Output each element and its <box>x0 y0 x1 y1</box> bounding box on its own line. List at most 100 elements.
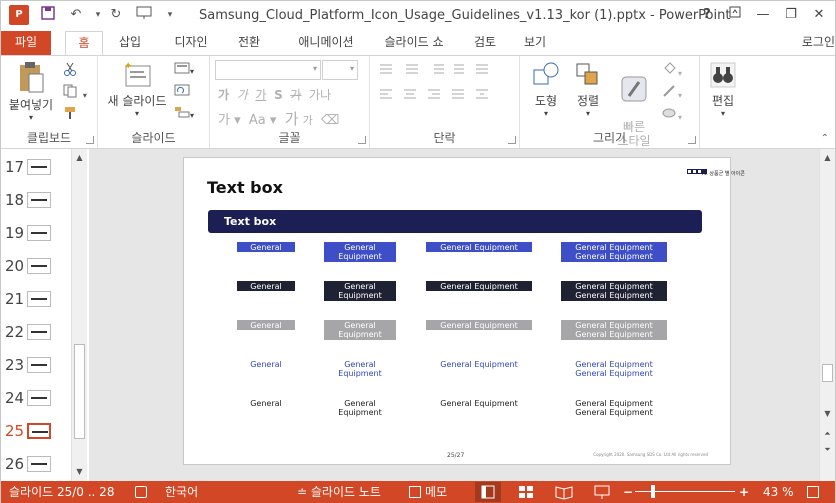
tab-file[interactable]: 파일 <box>1 31 51 55</box>
text-box-blue-fill-1[interactable]: General <box>237 242 295 252</box>
text-box-dark-fill-2[interactable]: General Equipment <box>324 281 396 301</box>
grow-font-button[interactable]: 가 <box>285 110 299 128</box>
redo-icon[interactable]: ↻ <box>107 6 125 24</box>
text-box-blue-fill-4[interactable]: General Equipment General Equipment <box>561 242 667 262</box>
text-box-black-text-1[interactable]: General <box>237 398 295 408</box>
undo-dropdown-icon[interactable]: ▾ <box>89 6 107 24</box>
copy-button[interactable]: ▾ <box>63 84 87 102</box>
slide-title[interactable]: Text box <box>207 178 283 197</box>
close-icon[interactable]: ✕ <box>807 5 831 25</box>
paste-button[interactable]: 붙여넣기 ▾ <box>5 60 57 122</box>
format-painter-button[interactable] <box>63 106 77 124</box>
previous-slide-icon[interactable]: ⏶ <box>820 427 835 441</box>
text-box-black-text-2[interactable]: General Equipment <box>324 398 396 418</box>
shapes-button[interactable]: 도형 ▾ <box>526 60 566 118</box>
help-button[interactable]: ? <box>695 5 719 25</box>
language-indicator[interactable]: 한국어 <box>165 483 198 501</box>
text-box-dark-fill-4[interactable]: General Equipment General Equipment <box>561 281 667 301</box>
slide-banner[interactable]: Text box <box>208 210 702 233</box>
collapse-ribbon-icon[interactable]: ⌃ <box>821 133 829 144</box>
notes-button[interactable]: ≐ 슬라이드 노트 <box>297 483 381 501</box>
text-box-blue-text-1[interactable]: General <box>237 359 295 369</box>
zoom-out-button[interactable]: − <box>623 483 633 501</box>
paragraph-controls-icon[interactable] <box>376 62 516 122</box>
text-box-dark-fill-3[interactable]: General Equipment <box>426 281 532 291</box>
text-box-black-text-4[interactable]: General Equipment General Equipment <box>561 398 667 418</box>
text-box-gray-fill-1[interactable]: General <box>237 320 295 330</box>
tab-animations[interactable]: 애니메이션 <box>283 31 369 55</box>
next-slide-icon[interactable]: ⏷ <box>820 443 835 457</box>
thumbnail-24[interactable]: 24 <box>1 384 71 417</box>
scrollbar-thumb[interactable] <box>74 344 85 439</box>
text-box-blue-fill-3[interactable]: General Equipment <box>426 242 532 252</box>
clear-format-icon[interactable]: ⌫ <box>321 113 339 128</box>
italic-button[interactable]: 가 <box>237 88 248 102</box>
text-box-blue-text-4[interactable]: General Equipment General Equipment <box>561 359 667 379</box>
thumbnail-26[interactable]: 26 <box>1 450 71 483</box>
spell-check-icon[interactable] <box>135 483 151 501</box>
text-box-gray-fill-3[interactable]: General Equipment <box>426 320 532 330</box>
slideshow-view-button[interactable] <box>589 482 615 502</box>
normal-view-button[interactable] <box>475 482 501 502</box>
thumbnail-19[interactable]: 19 <box>1 219 71 252</box>
shape-outline-button[interactable]: ▾ <box>662 84 682 102</box>
reset-button[interactable] <box>174 84 190 102</box>
powerpoint-app-icon[interactable]: P <box>9 5 29 25</box>
minimize-icon[interactable]: — <box>751 5 775 25</box>
zoom-in-button[interactable]: + <box>739 483 749 501</box>
paragraph-launcher-icon[interactable] <box>508 136 516 144</box>
fit-to-window-icon[interactable] <box>807 483 823 501</box>
present-from-start-icon[interactable] <box>135 6 153 24</box>
save-icon[interactable] <box>39 6 57 24</box>
zoom-level[interactable]: 43 % <box>763 483 794 501</box>
text-box-gray-fill-4[interactable]: General Equipment General Equipment <box>561 320 667 340</box>
reading-view-button[interactable] <box>551 482 577 502</box>
ribbon-display-options-icon[interactable] <box>723 5 747 25</box>
scroll-down-icon[interactable]: ▼ <box>820 407 835 421</box>
scroll-down-icon[interactable]: ▼ <box>72 465 87 479</box>
slide-sorter-view-button[interactable] <box>513 482 539 502</box>
sign-in-link[interactable]: 로그인 <box>802 31 835 55</box>
thumbnail-20[interactable]: 20 <box>1 252 71 285</box>
drawing-launcher-icon[interactable] <box>688 136 696 144</box>
zoom-slider-handle[interactable] <box>651 485 655 498</box>
tab-slideshow[interactable]: 슬라이드 쇼 <box>373 31 455 55</box>
thumbnail-scrollbar[interactable]: ▲ ▼ <box>71 149 87 481</box>
font-size-combo[interactable]: ▾ <box>322 60 358 80</box>
undo-icon[interactable]: ↶ <box>67 6 85 24</box>
slide-editing-area[interactable]: IV. 상품군 별 아이콘 Text box Text box General G… <box>89 149 819 481</box>
change-case-button[interactable]: Aa <box>249 113 266 128</box>
clipboard-launcher-icon[interactable] <box>86 136 94 144</box>
text-box-blue-text-2[interactable]: General Equipment <box>324 359 396 379</box>
font-color-button[interactable]: 가 <box>218 113 230 128</box>
customize-qa-icon[interactable]: ▾ <box>161 6 179 24</box>
font-launcher-icon[interactable] <box>358 136 366 144</box>
text-box-gray-fill-2[interactable]: General Equipment <box>324 320 396 340</box>
tab-view[interactable]: 보기 <box>513 31 557 55</box>
shrink-font-button[interactable]: 가 <box>303 114 313 127</box>
text-box-black-text-3[interactable]: General Equipment <box>426 398 532 408</box>
editing-button[interactable]: 편집 ▾ <box>704 60 742 118</box>
thumbnail-22[interactable]: 22 <box>1 318 71 351</box>
char-spacing-button[interactable]: 가나 <box>309 88 331 102</box>
tab-home[interactable]: 홈 <box>65 31 103 56</box>
scroll-up-icon[interactable]: ▲ <box>820 151 835 165</box>
restore-icon[interactable]: ❐ <box>779 5 803 25</box>
tab-transitions[interactable]: 전환 <box>227 31 271 55</box>
scroll-up-icon[interactable]: ▲ <box>72 151 87 165</box>
thumbnail-17[interactable]: 17 <box>1 153 71 186</box>
thumbnail-21[interactable]: 21 <box>1 285 71 318</box>
tab-design[interactable]: 디자인 <box>163 31 219 55</box>
thumbnail-25[interactable]: 25 <box>1 417 71 450</box>
shape-effects-button[interactable]: ▾ <box>662 106 682 124</box>
slide-scrollbar[interactable]: ▲ ▼ ⏶ ⏷ <box>819 149 835 481</box>
arrange-button[interactable]: 정렬 ▾ <box>568 60 608 118</box>
bold-button[interactable]: 가 <box>218 88 229 102</box>
cut-button[interactable] <box>63 62 77 80</box>
comments-button[interactable]: 메모 <box>409 483 447 501</box>
zoom-slider[interactable] <box>635 491 735 492</box>
tab-review[interactable]: 검토 <box>463 31 507 55</box>
thumbnail-23[interactable]: 23 <box>1 351 71 384</box>
strikethrough-button[interactable]: 가 <box>290 88 301 102</box>
scrollbar-thumb[interactable] <box>822 364 833 382</box>
